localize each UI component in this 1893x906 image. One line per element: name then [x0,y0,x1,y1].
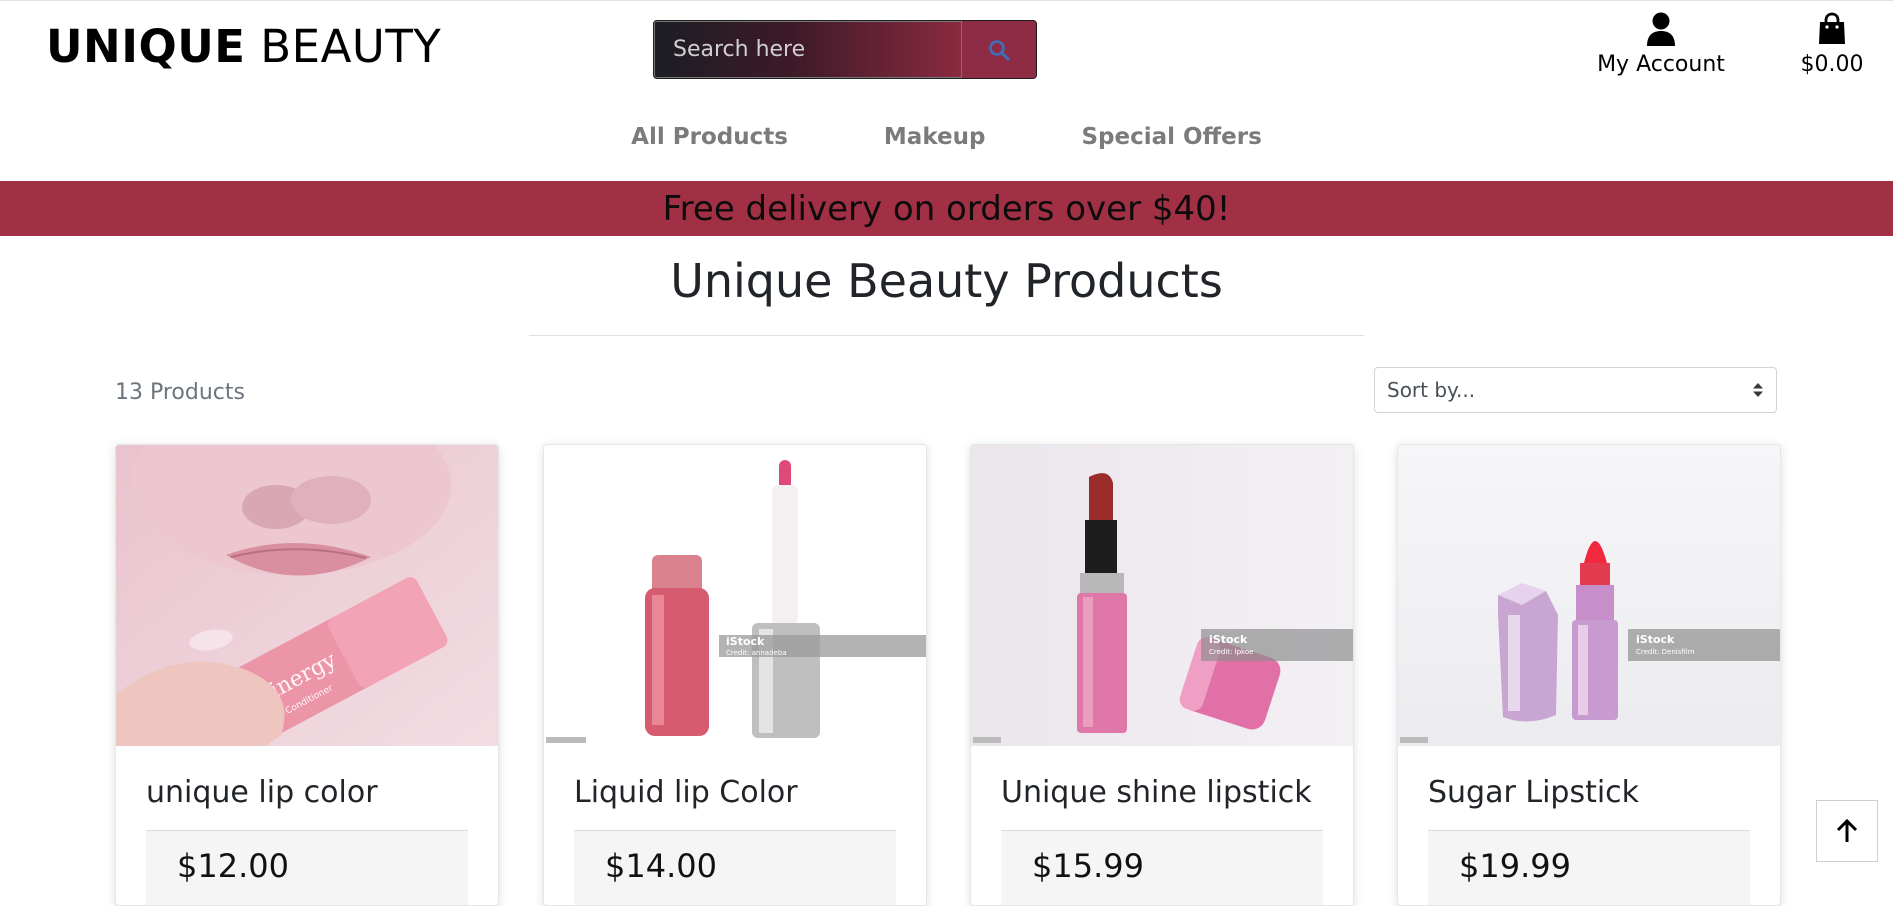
product-image[interactable]: iStock Credit: lpkoe [971,445,1353,746]
my-account-label: My Account [1597,52,1725,77]
product-price: $14.00 [605,847,717,885]
product-name[interactable]: Liquid lip Color [574,775,798,810]
product-card[interactable]: skinergy Lip Conditioner unique lip colo… [115,444,499,906]
search-button[interactable] [962,21,1036,78]
watermark-text: iStock [1209,633,1248,646]
sort-select-value: Sort by... [1387,378,1476,402]
product-name[interactable]: unique lip color [146,775,378,810]
sort-arrows-icon [1753,383,1763,397]
site-logo[interactable]: UNIQUE BEAUTY [46,20,441,73]
product-name[interactable]: Unique shine lipstick [1001,775,1312,810]
sort-select[interactable]: Sort by... [1374,367,1777,413]
title-divider [529,335,1364,336]
watermark-credit: Credit: Denisfilm [1636,648,1695,656]
page-title: Unique Beauty Products [670,254,1223,308]
arrow-up-icon [1836,818,1858,842]
user-icon [1647,12,1675,46]
watermark-credit: Credit: lpkoe [1209,648,1253,656]
product-image[interactable]: iStock Credit: annadeba [544,445,926,746]
search-icon [989,39,1010,60]
shopping-bag-icon [1819,12,1845,44]
product-card[interactable]: iStock Credit: Denisfilm Sugar Lipstick … [1397,444,1781,906]
my-account-link[interactable]: My Account [1594,12,1728,77]
nav-all-products[interactable]: All Products [631,124,788,150]
main-nav: All Products Makeup Special Offers [0,124,1893,150]
price-box: $12.00 [146,831,468,905]
price-box: $15.99 [1001,831,1323,905]
product-price: $12.00 [177,847,289,885]
back-to-top-button[interactable] [1816,800,1878,862]
top-border [0,0,1893,1]
watermark-text: iStock [1636,633,1675,646]
search-form [653,20,1037,79]
product-image[interactable]: skinergy Lip Conditioner [116,445,498,746]
search-input[interactable] [654,21,962,78]
nav-special-offers[interactable]: Special Offers [1081,124,1261,150]
cart-link[interactable]: $0.00 [1782,12,1882,77]
logo-light-text: BEAUTY [245,20,442,73]
product-card[interactable]: iStock Credit: annadeba Liquid lip Color… [543,444,927,906]
product-price: $19.99 [1459,847,1571,885]
nav-makeup[interactable]: Makeup [884,124,986,150]
product-count: 13 Products [115,380,245,405]
price-box: $14.00 [574,831,896,905]
cart-total: $0.00 [1800,52,1864,77]
watermark-text: iStock [726,635,765,648]
product-name[interactable]: Sugar Lipstick [1428,775,1639,810]
product-card[interactable]: iStock Credit: lpkoe Unique shine lipsti… [970,444,1354,906]
delivery-banner: Free delivery on orders over $40! [0,181,1893,236]
product-price: $15.99 [1032,847,1144,885]
logo-bold-text: UNIQUE [46,20,246,73]
price-box: $19.99 [1428,831,1750,905]
delivery-banner-text: Free delivery on orders over $40! [662,188,1231,229]
product-image[interactable]: iStock Credit: Denisfilm [1398,445,1780,746]
watermark-credit: Credit: annadeba [726,649,787,657]
